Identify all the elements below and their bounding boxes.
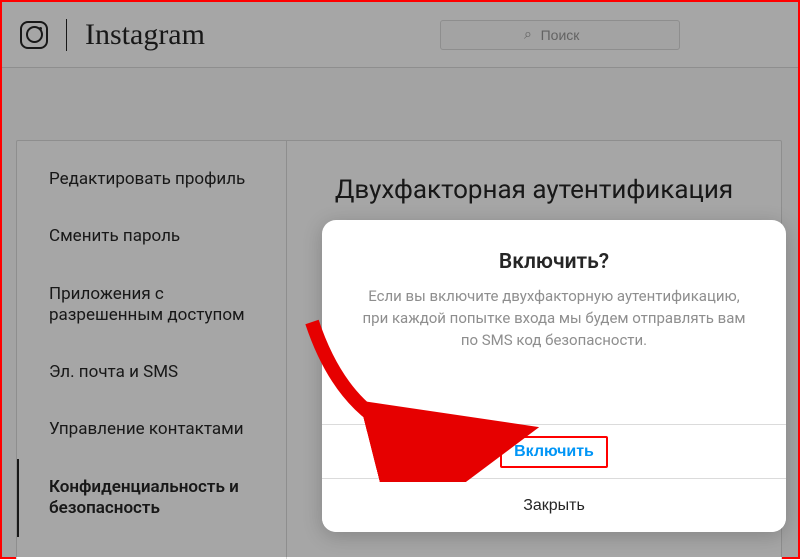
enable-button-label: Включить	[500, 436, 608, 468]
settings-sidebar: Редактировать профиль Сменить пароль При…	[17, 141, 287, 559]
sidebar-item-manage-contacts[interactable]: Управление контактами	[17, 401, 286, 458]
dialog-title: Включить?	[356, 250, 752, 274]
sidebar-item-edit-profile[interactable]: Редактировать профиль	[17, 151, 286, 208]
enable-2fa-dialog: Включить? Если вы включите двухфакторную…	[322, 220, 786, 532]
instagram-wordmark[interactable]: Instagram	[85, 18, 205, 52]
sidebar-item-change-password[interactable]: Сменить пароль	[17, 208, 286, 265]
top-nav: Instagram	[2, 2, 798, 68]
search-input[interactable]	[440, 20, 680, 50]
page-title: Двухфакторная аутентификация	[307, 175, 761, 205]
instagram-glyph-icon[interactable]	[20, 21, 48, 49]
sidebar-item-email-sms[interactable]: Эл. почта и SMS	[17, 344, 286, 401]
close-button[interactable]: Закрыть	[322, 478, 786, 532]
logo-divider	[66, 19, 67, 51]
enable-button[interactable]: Включить	[322, 424, 786, 478]
sidebar-item-privacy-security[interactable]: Конфиденциальность и безопасность	[17, 459, 286, 538]
dialog-body-text: Если вы включите двухфакторную аутентифи…	[356, 286, 752, 351]
search-icon	[440, 20, 680, 50]
sidebar-item-authorized-apps[interactable]: Приложения с разрешенным доступом	[17, 266, 286, 345]
